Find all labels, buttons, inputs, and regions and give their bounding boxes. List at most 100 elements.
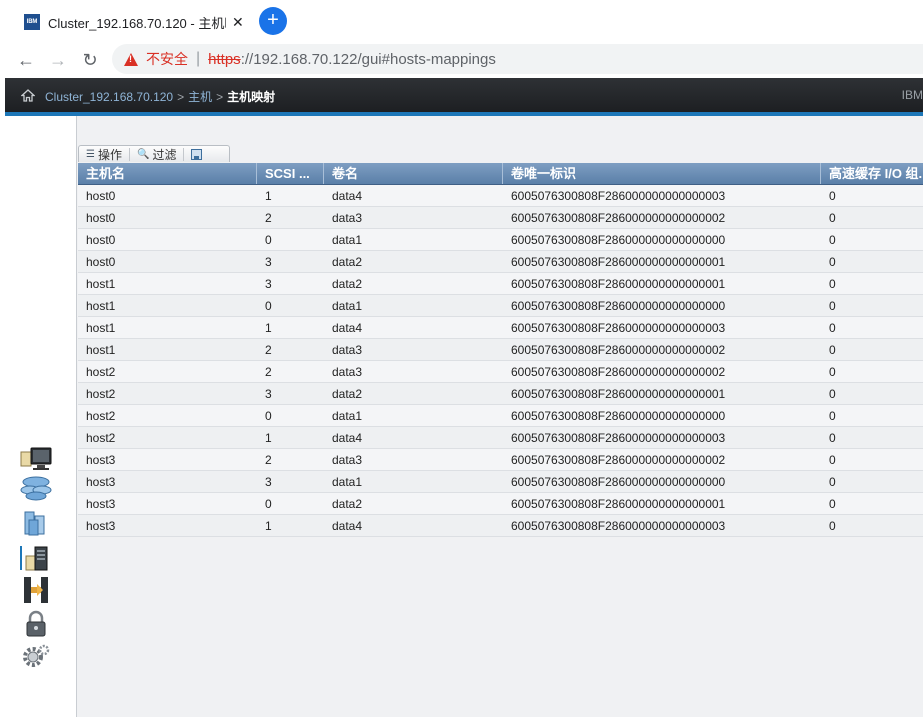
settings-gear-icon[interactable] xyxy=(19,642,53,670)
column-header-host-name[interactable]: 主机名 xyxy=(78,163,257,184)
cell-host-name: host1 xyxy=(86,299,116,313)
table-row[interactable]: host3 3 data1 6005076300808F286000000000000… xyxy=(78,471,923,493)
cell-scsi-id: 1 xyxy=(265,519,272,533)
cell-volume-name: data3 xyxy=(332,365,363,379)
breadcrumb-cluster[interactable]: Cluster_192.168.70.120 xyxy=(45,90,173,104)
cell-caching-io-group: 0 xyxy=(829,211,836,225)
breadcrumb: Cluster_192.168.70.120 > 主机 > 主机映射 xyxy=(45,88,275,105)
breadcrumb-separator: > xyxy=(177,90,185,104)
hosts-icon[interactable] xyxy=(19,544,53,572)
cell-host-name: host2 xyxy=(86,431,116,445)
column-header-caching-io-group[interactable]: 高速缓存 I/O 组... xyxy=(821,163,923,184)
access-lock-icon[interactable] xyxy=(19,610,53,638)
cell-caching-io-group: 0 xyxy=(829,277,836,291)
table-row[interactable]: host1 0 data1 6005076300808F286000000000000… xyxy=(78,295,923,317)
table-body: host0 1 data4 6005076300808F286000000000000… xyxy=(78,185,923,537)
warning-icon[interactable] xyxy=(124,52,138,66)
cell-scsi-id: 1 xyxy=(265,431,272,445)
cell-caching-io-group: 0 xyxy=(829,255,836,269)
cell-scsi-id: 1 xyxy=(265,189,272,203)
breadcrumb-hosts[interactable]: 主机 xyxy=(188,90,212,104)
back-button[interactable]: ← xyxy=(14,48,38,72)
column-header-volume-name[interactable]: 卷名 xyxy=(324,163,503,184)
cell-host-name: host3 xyxy=(86,475,116,489)
table-row[interactable]: host3 0 data2 6005076300808F286000000000000… xyxy=(78,493,923,515)
table-row[interactable]: host0 3 data2 6005076300808F286000000000000… xyxy=(78,251,923,273)
pools-icon[interactable] xyxy=(19,474,53,502)
cell-caching-io-group: 0 xyxy=(829,365,836,379)
cell-volume-name: data3 xyxy=(332,453,363,467)
brand-label: IBM xyxy=(901,88,923,102)
table-row[interactable]: host1 1 data4 6005076300808F286000000000000… xyxy=(78,317,923,339)
cell-volume-uid: 6005076300808F286000000000000000 xyxy=(511,299,726,313)
breadcrumb-current: 主机映射 xyxy=(227,90,276,104)
table-row[interactable]: host2 1 data4 6005076300808F286000000000000… xyxy=(78,427,923,449)
table-row[interactable]: host0 1 data4 6005076300808F286000000000000… xyxy=(78,185,923,207)
cell-host-name: host2 xyxy=(86,409,116,423)
cell-host-name: host3 xyxy=(86,497,116,511)
cell-volume-uid: 6005076300808F286000000000000002 xyxy=(511,211,726,225)
cell-host-name: host2 xyxy=(86,365,116,379)
table-row[interactable]: host0 2 data3 6005076300808F286000000000000… xyxy=(78,207,923,229)
main-panel: ☰ 操作 🔍 过滤 主机名 SCSI ... 卷名 卷唯一标识 高速缓存 I/O… xyxy=(76,116,923,717)
cell-host-name: host1 xyxy=(86,277,116,291)
cell-scsi-id: 3 xyxy=(265,277,272,291)
filter-button[interactable]: 🔍 过滤 xyxy=(130,147,185,162)
cell-host-name: host1 xyxy=(86,343,116,357)
cell-caching-io-group: 0 xyxy=(829,299,836,313)
browser-tab-strip: IBM Cluster_192.168.70.120 - 主机映 ✕ + xyxy=(0,0,923,42)
table-row[interactable]: host1 3 data2 6005076300808F286000000000000… xyxy=(78,273,923,295)
cell-caching-io-group: 0 xyxy=(829,409,836,423)
copy-services-icon[interactable] xyxy=(19,576,53,604)
cell-scsi-id: 3 xyxy=(265,475,272,489)
export-button[interactable] xyxy=(184,148,209,161)
table-row[interactable]: host2 3 data2 6005076300808F286000000000000… xyxy=(78,383,923,405)
search-icon: 🔍 xyxy=(136,148,150,160)
table-row[interactable]: host3 2 data3 6005076300808F286000000000000… xyxy=(78,449,923,471)
cell-scsi-id: 2 xyxy=(265,343,272,357)
table-row[interactable]: host3 1 data4 6005076300808F286000000000000… xyxy=(78,515,923,537)
cell-scsi-id: 2 xyxy=(265,453,272,467)
monitoring-icon[interactable] xyxy=(19,446,53,474)
cell-caching-io-group: 0 xyxy=(829,189,836,203)
url-scheme: https xyxy=(208,50,241,68)
cell-volume-uid: 6005076300808F286000000000000002 xyxy=(511,365,726,379)
cell-volume-name: data2 xyxy=(332,255,363,269)
cell-volume-name: data4 xyxy=(332,519,363,533)
forward-button[interactable]: → xyxy=(46,48,70,72)
cell-volume-uid: 6005076300808F286000000000000001 xyxy=(511,277,726,291)
reload-button[interactable]: ↻ xyxy=(78,48,102,72)
cell-volume-name: data1 xyxy=(332,233,363,247)
actions-button[interactable]: ☰ 操作 xyxy=(79,147,130,162)
browser-tab[interactable]: IBM Cluster_192.168.70.120 - 主机映 ✕ xyxy=(14,6,254,38)
cell-volume-uid: 6005076300808F286000000000000000 xyxy=(511,475,726,489)
address-bar[interactable]: 不安全 | https://192.168.70.122/gui#hosts-m… xyxy=(112,44,923,74)
table-row[interactable]: host1 2 data3 6005076300808F286000000000000… xyxy=(78,339,923,361)
function-dock xyxy=(5,116,76,717)
insecure-label[interactable]: 不安全 xyxy=(146,49,188,69)
cell-host-name: host1 xyxy=(86,321,116,335)
new-tab-button[interactable]: + xyxy=(259,7,287,35)
cell-volume-uid: 6005076300808F286000000000000000 xyxy=(511,409,726,423)
cell-volume-uid: 6005076300808F286000000000000001 xyxy=(511,387,726,401)
cell-scsi-id: 0 xyxy=(265,409,272,423)
table-row[interactable]: host0 0 data1 6005076300808F286000000000000… xyxy=(78,229,923,251)
cell-host-name: host0 xyxy=(86,189,116,203)
column-header-scsi-id[interactable]: SCSI ... xyxy=(257,163,324,184)
home-icon[interactable] xyxy=(21,89,35,102)
cell-volume-name: data1 xyxy=(332,299,363,313)
cell-volume-name: data4 xyxy=(332,189,363,203)
table-row[interactable]: host2 0 data1 6005076300808F286000000000000… xyxy=(78,405,923,427)
tab-close-icon[interactable]: ✕ xyxy=(232,14,244,31)
cell-caching-io-group: 0 xyxy=(829,497,836,511)
ibm-favicon-icon: IBM xyxy=(24,14,40,30)
cell-caching-io-group: 0 xyxy=(829,343,836,357)
cell-caching-io-group: 0 xyxy=(829,387,836,401)
url-path: ://192.168.70.122/gui#hosts-mappings xyxy=(240,50,496,68)
table-header: 主机名 SCSI ... 卷名 卷唯一标识 高速缓存 I/O 组... xyxy=(78,163,923,185)
browser-toolbar: ← → ↻ 不安全 | https://192.168.70.122/gui#h… xyxy=(0,42,923,78)
column-header-volume-uid[interactable]: 卷唯一标识 xyxy=(503,163,821,184)
cell-caching-io-group: 0 xyxy=(829,321,836,335)
table-row[interactable]: host2 2 data3 6005076300808F286000000000000… xyxy=(78,361,923,383)
volumes-icon[interactable] xyxy=(19,509,53,537)
